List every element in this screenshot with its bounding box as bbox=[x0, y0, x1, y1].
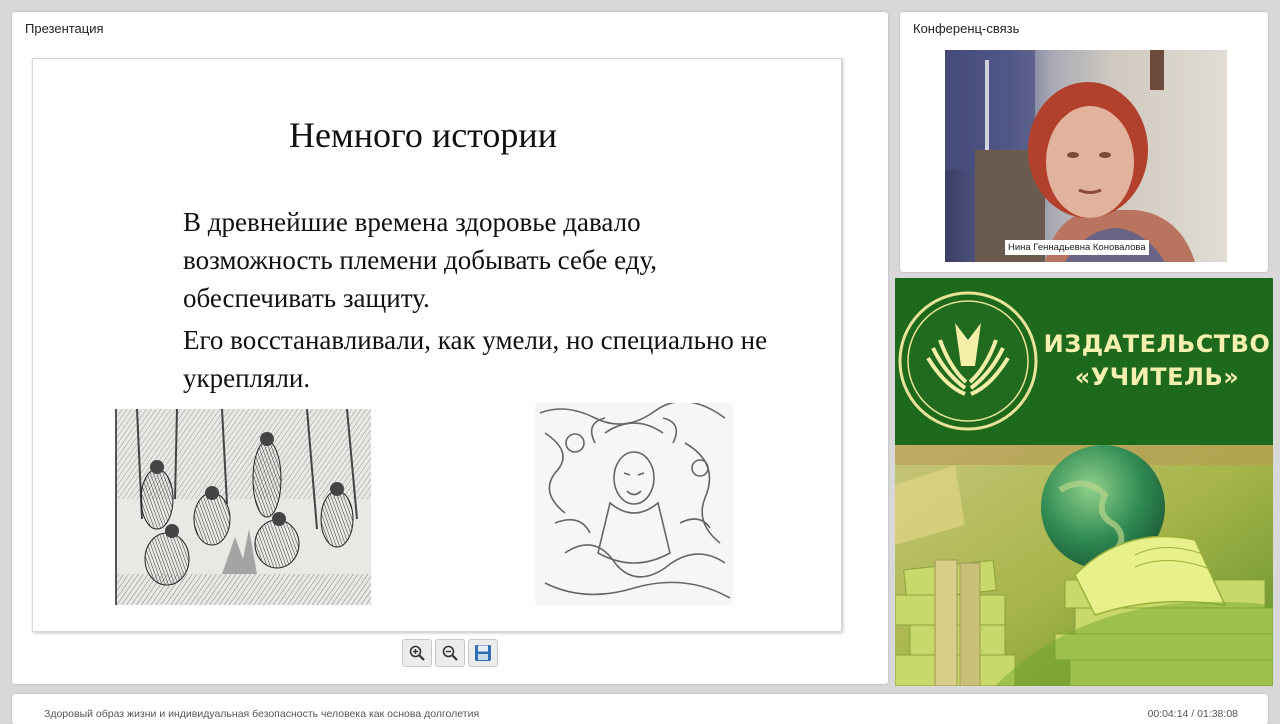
conference-panel-title: Конференц-связь bbox=[913, 21, 1020, 36]
participant-name-tag: Нина Геннадьевна Коновалова bbox=[1005, 240, 1149, 255]
save-button[interactable] bbox=[468, 639, 498, 667]
slide-title: Немного истории bbox=[289, 115, 557, 155]
publisher-banner-image bbox=[895, 445, 1273, 686]
publisher-banner-top: ИЗДАТЕЛЬСТВО «УЧИТЕЛЬ» bbox=[895, 278, 1273, 445]
conference-panel: Конференц-связь Нина Геннадьевна Коновал… bbox=[900, 12, 1268, 272]
publisher-name-line1: ИЗДАТЕЛЬСТВО bbox=[1043, 330, 1271, 358]
zoom-in-button[interactable] bbox=[402, 639, 432, 667]
zoom-in-icon bbox=[409, 645, 425, 661]
zoom-out-icon bbox=[442, 645, 458, 661]
slide-illustration-campfire bbox=[115, 409, 371, 605]
save-icon bbox=[475, 645, 491, 661]
publisher-name-line2: «УЧИТЕЛЬ» bbox=[1074, 363, 1240, 391]
publisher-logo-icon bbox=[898, 291, 1038, 431]
webinar-title: Здоровый образ жизни и индивидуальная бе… bbox=[44, 708, 480, 720]
slide: Немного истории В древнейшие времена здо… bbox=[32, 58, 842, 632]
playback-time: 00:04:14 / 01:38:08 bbox=[1147, 708, 1239, 720]
publisher-banner: ИЗДАТЕЛЬСТВО «УЧИТЕЛЬ» bbox=[895, 278, 1273, 686]
presentation-panel: Презентация Немного истории В древнейшие… bbox=[12, 12, 888, 684]
zoom-out-button[interactable] bbox=[435, 639, 465, 667]
slide-illustration-ornament bbox=[535, 403, 733, 605]
presentation-panel-title: Презентация bbox=[25, 21, 104, 36]
slide-paragraph-2: Его восстанавливали, как умели, но специ… bbox=[183, 325, 768, 393]
slide-paragraph-1: В древнейшие времена здоровье давало воз… bbox=[183, 207, 657, 313]
webcam-video: Нина Геннадьевна Коновалова bbox=[945, 50, 1227, 262]
